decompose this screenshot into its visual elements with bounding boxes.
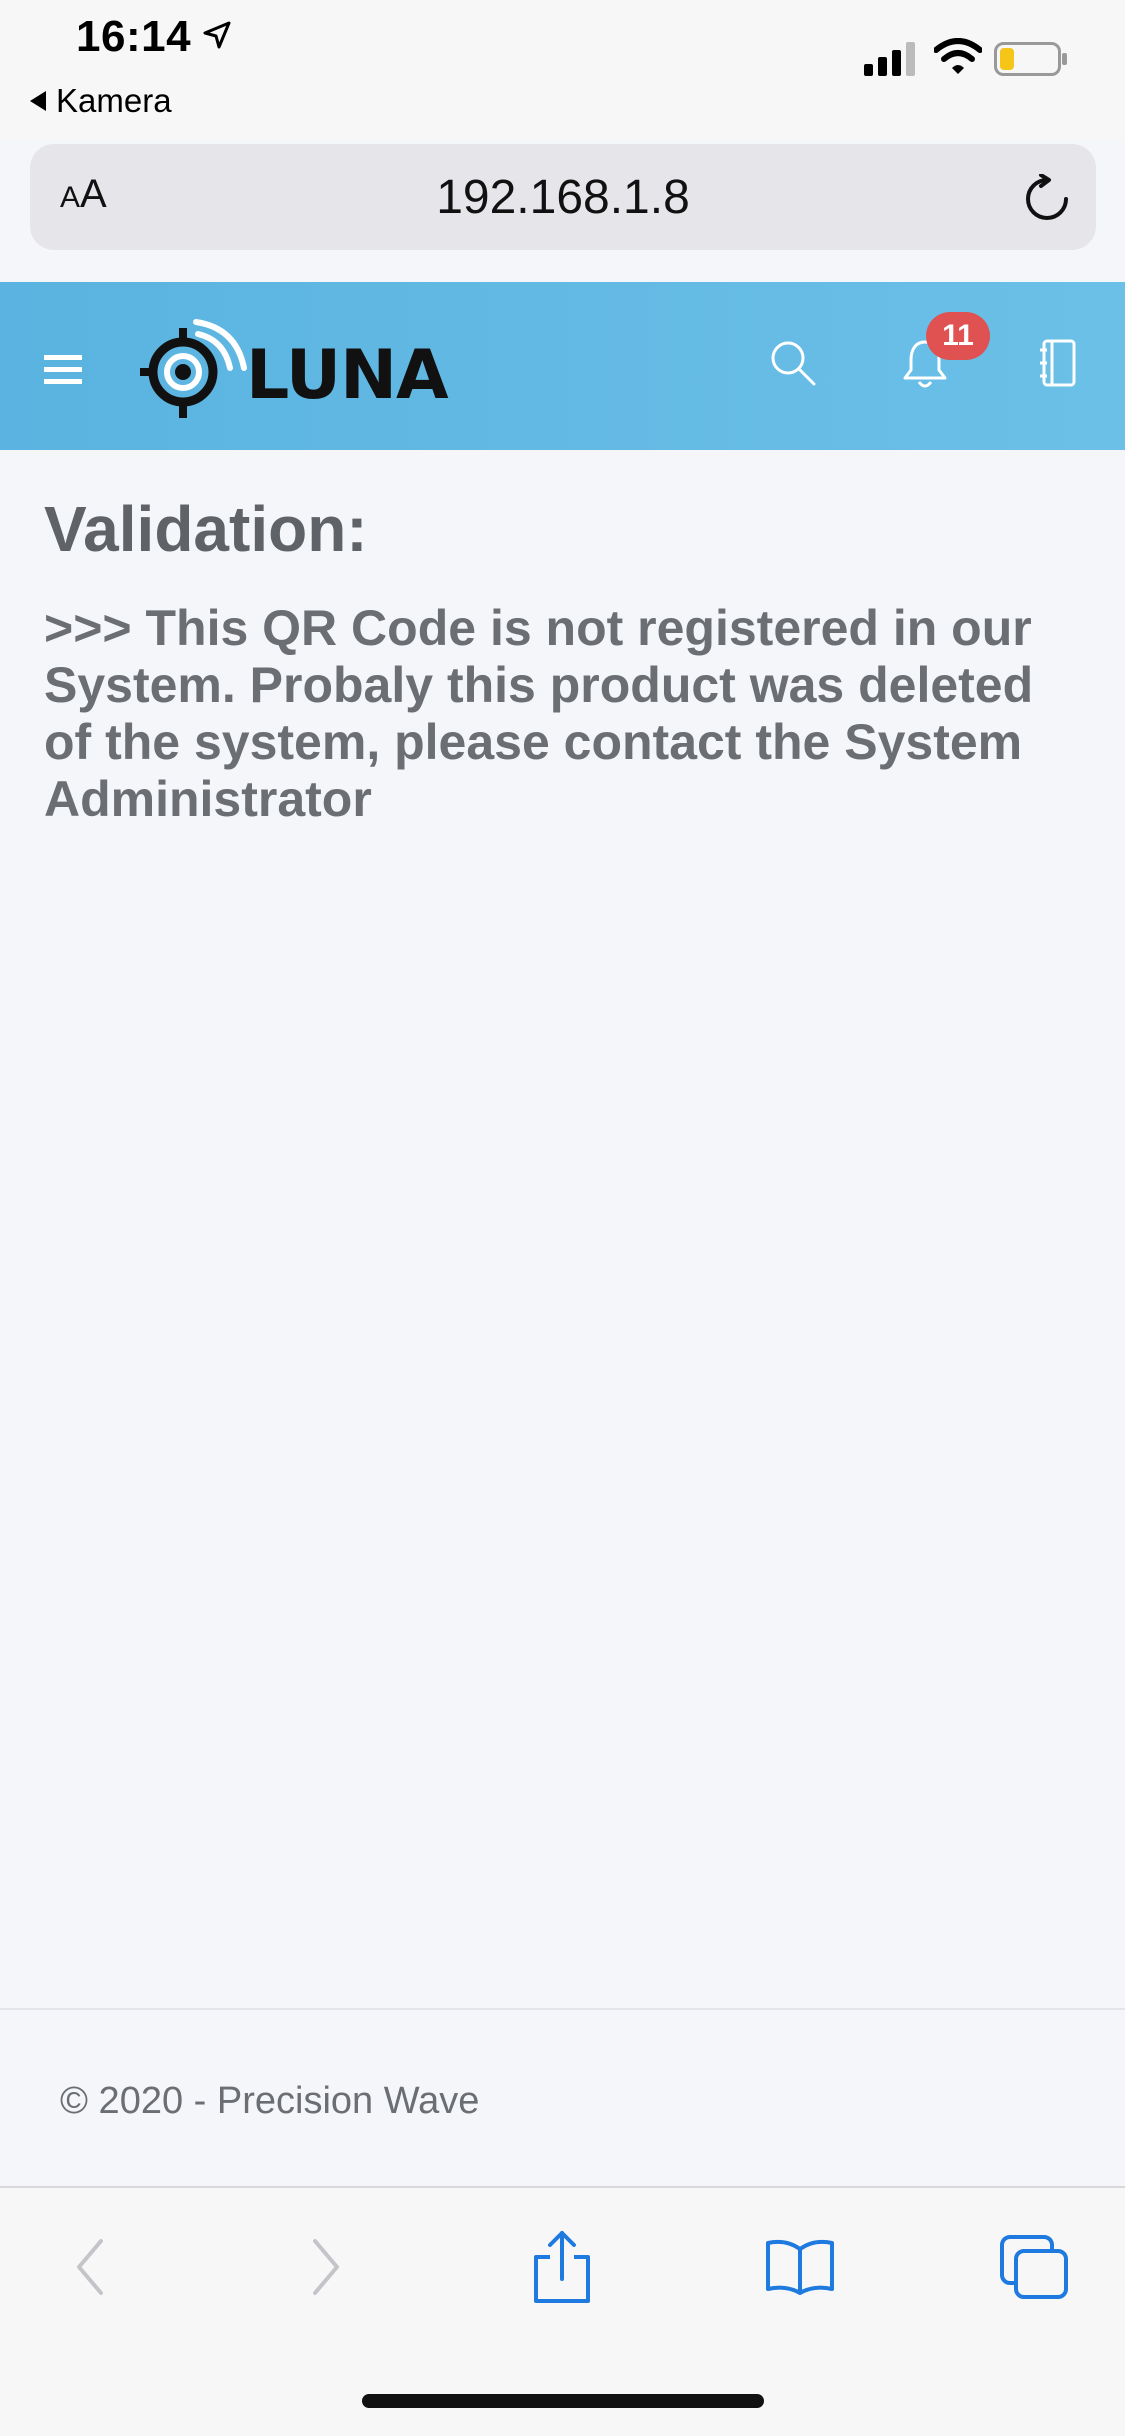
logo-icon xyxy=(140,319,247,418)
book-icon[interactable] xyxy=(1038,338,1078,388)
back-icon xyxy=(77,2239,103,2295)
tabs-icon xyxy=(1000,2235,1068,2299)
share-button[interactable] xyxy=(527,2231,597,2303)
wifi-icon xyxy=(934,38,982,74)
back-triangle-icon xyxy=(30,91,46,111)
tabs-button[interactable] xyxy=(996,2232,1072,2302)
validation-message: >>> This QR Code is not registered in ou… xyxy=(44,600,1034,827)
page-title: Validation: xyxy=(44,493,368,565)
menu-icon[interactable] xyxy=(44,352,82,386)
back-button[interactable] xyxy=(56,2232,126,2302)
status-bar: 16:14 Kamera xyxy=(0,0,1125,140)
search-icon[interactable] xyxy=(768,338,818,388)
notification-badge: 11 xyxy=(926,312,990,360)
footer: © 2020 - Precision Wave xyxy=(0,2008,1125,2186)
bookmarks-button[interactable] xyxy=(762,2232,838,2302)
home-indicator[interactable] xyxy=(362,2394,764,2408)
bookmarks-icon xyxy=(766,2239,834,2295)
back-app-label: Kamera xyxy=(56,82,172,119)
brand-name: LUNA xyxy=(246,336,449,415)
address-bar[interactable]: AA 192.168.1.8 xyxy=(30,144,1096,250)
url-text[interactable]: 192.168.1.8 xyxy=(30,170,1096,225)
back-to-app-button[interactable]: Kamera xyxy=(30,82,172,120)
main-content: Validation: >>> This QR Code is not regi… xyxy=(44,492,1084,828)
forward-icon xyxy=(313,2239,339,2295)
status-time: 16:14 xyxy=(76,12,192,61)
forward-button[interactable] xyxy=(290,2232,360,2302)
share-icon xyxy=(534,2231,590,2303)
app-header: LUNA 11 xyxy=(0,282,1125,450)
reload-icon[interactable] xyxy=(1022,174,1072,224)
copyright-text: © 2020 - Precision Wave xyxy=(60,2080,480,2122)
battery-icon xyxy=(994,42,1067,76)
location-arrow-icon xyxy=(203,21,231,49)
luna-logo[interactable]: LUNA xyxy=(138,314,449,424)
cellular-signal-icon xyxy=(864,42,915,76)
